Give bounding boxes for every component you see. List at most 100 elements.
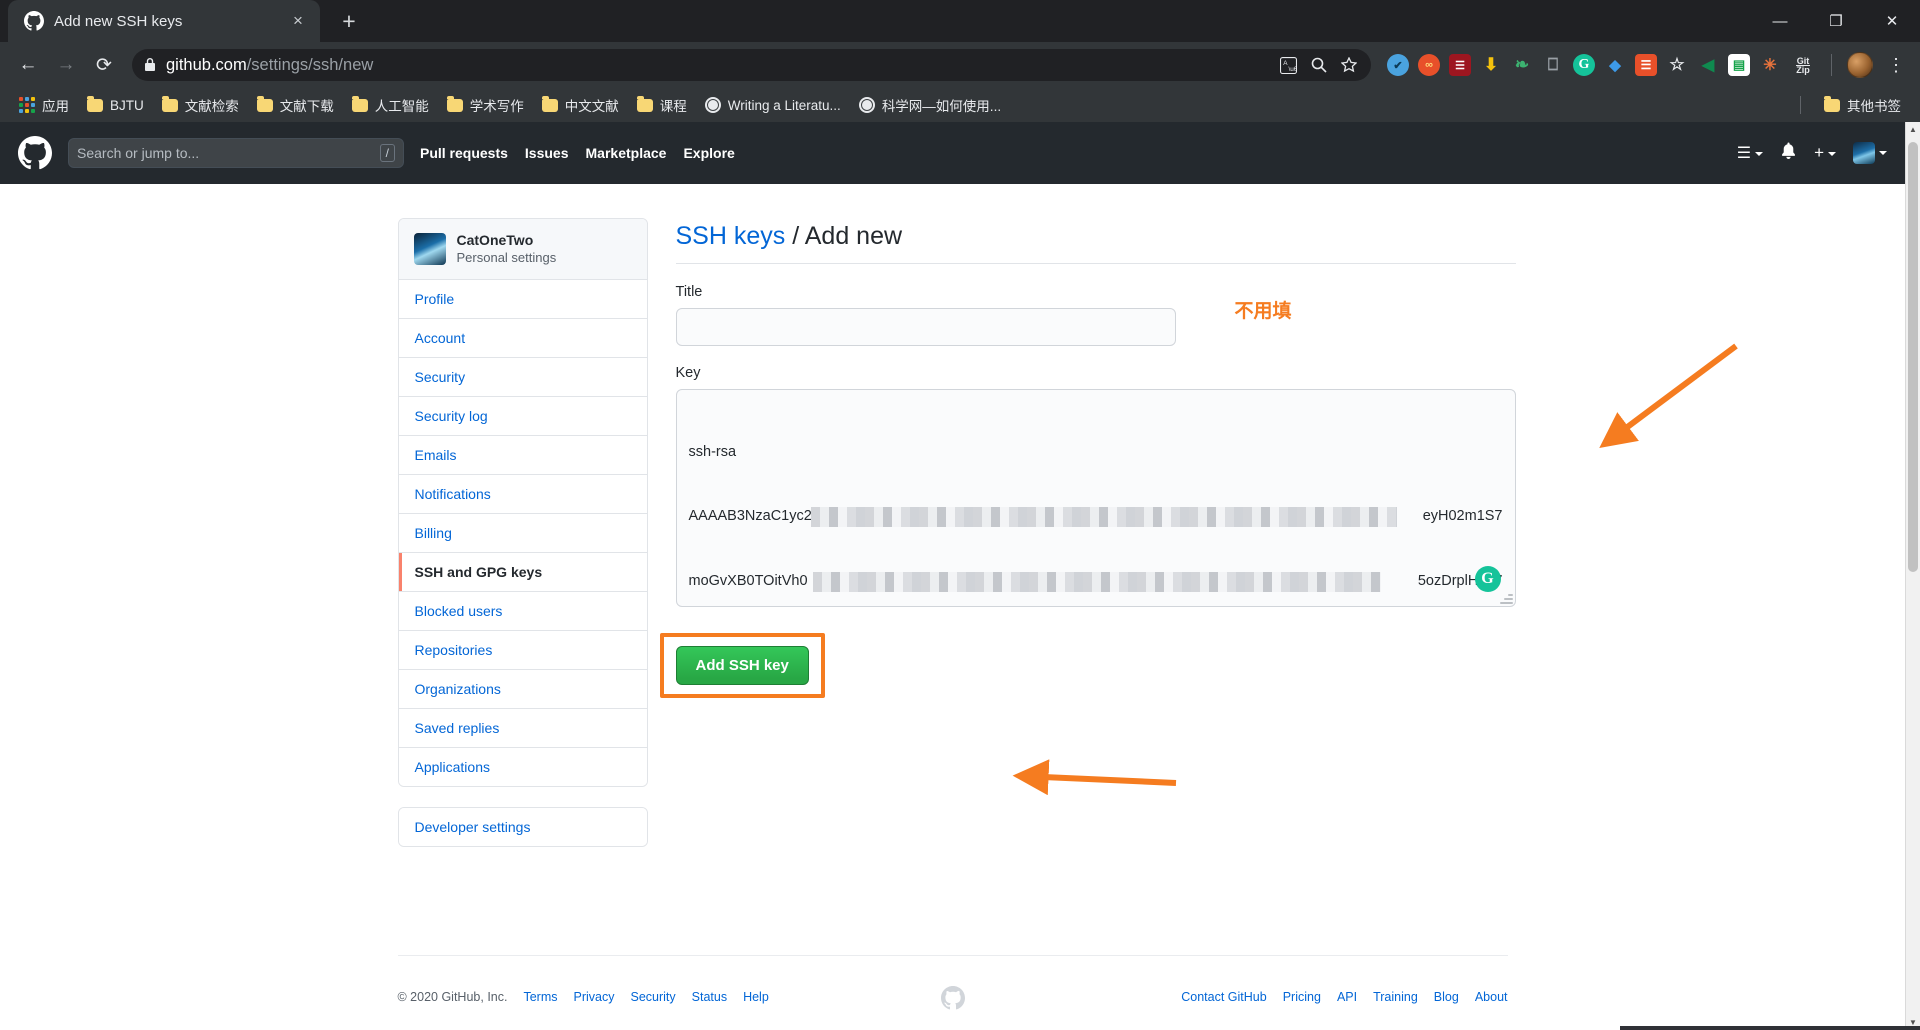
- footer-link-status[interactable]: Status: [692, 990, 727, 1004]
- sidebar-item-developer-settings[interactable]: Developer settings: [398, 808, 647, 847]
- footer-link-contact-github[interactable]: Contact GitHub: [1181, 990, 1266, 1004]
- diamond-extension[interactable]: ◆: [1604, 54, 1626, 76]
- download-extension[interactable]: ⬇: [1480, 54, 1502, 76]
- sidebar-item-repositories[interactable]: Repositories: [398, 631, 647, 671]
- favorites-star-extension[interactable]: ☆: [1666, 54, 1688, 76]
- sidebar-item-security-log[interactable]: Security log: [398, 397, 647, 437]
- footer-inner: © 2020 GitHub, Inc. Terms Privacy Securi…: [397, 955, 1508, 1010]
- bookmark-writing-a-literature[interactable]: Writing a Literatu...: [696, 93, 850, 117]
- add-ssh-key-button[interactable]: Add SSH key: [675, 645, 809, 685]
- avatar[interactable]: [1853, 142, 1887, 164]
- bookmark-ai[interactable]: 人工智能: [343, 91, 438, 119]
- redaction-mosaic: [810, 507, 1397, 527]
- green-note-extension[interactable]: ▤: [1728, 54, 1750, 76]
- footer-link-terms[interactable]: Terms: [523, 990, 557, 1004]
- other-bookmarks-label: 其他书签: [1847, 99, 1901, 114]
- bookmark-courses[interactable]: 课程: [628, 91, 696, 119]
- sidebar-item-account[interactable]: Account: [398, 319, 647, 359]
- lock-icon: [145, 58, 155, 71]
- sidebar-item-applications[interactable]: Applications: [398, 748, 647, 787]
- search-icon[interactable]: [1311, 57, 1327, 73]
- key-textarea[interactable]: ssh-rsa AAAAB3NzaC1yc2 eyH02m1S7 moGvXB0T…: [675, 388, 1516, 607]
- footer-left-links: © 2020 GitHub, Inc. Terms Privacy Securi…: [398, 990, 769, 1004]
- profile-avatar-button[interactable]: [1847, 52, 1873, 78]
- footer-link-blog[interactable]: Blog: [1434, 990, 1459, 1004]
- bookmark-literature-search[interactable]: 文献检索: [153, 91, 248, 119]
- footer-link-api[interactable]: API: [1337, 990, 1357, 1004]
- title-input[interactable]: [675, 307, 1176, 346]
- footer-link-security[interactable]: Security: [630, 990, 675, 1004]
- bookmark-kexuewang[interactable]: 科学网—如何使用...: [850, 91, 1010, 119]
- footer-link-pricing[interactable]: Pricing: [1283, 990, 1321, 1004]
- nav-issues[interactable]: Issues: [525, 145, 569, 161]
- sidebar-item-security[interactable]: Security: [398, 358, 647, 398]
- scrollbar-thumb[interactable]: [1908, 142, 1918, 572]
- browser-menu-button[interactable]: ⋮: [1882, 56, 1910, 75]
- pocket-extension[interactable]: ⎕: [1542, 54, 1564, 76]
- gitzip-extension[interactable]: Git Zip: [1790, 54, 1816, 76]
- footer-link-help[interactable]: Help: [743, 990, 769, 1004]
- nav-marketplace[interactable]: Marketplace: [586, 145, 667, 161]
- bookmark-academic-writing[interactable]: 学术写作: [438, 91, 533, 119]
- sidebar-item-organizations[interactable]: Organizations: [398, 670, 647, 710]
- url-domain: github.com: [166, 55, 247, 74]
- footer-link-training[interactable]: Training: [1373, 990, 1418, 1004]
- github-header: Search or jump to... / Pull requests Iss…: [0, 122, 1905, 184]
- tab-close-icon[interactable]: ×: [286, 9, 310, 33]
- footer-link-privacy[interactable]: Privacy: [574, 990, 615, 1004]
- github-mark-icon[interactable]: [18, 136, 52, 170]
- browser-tab[interactable]: Add new SSH keys ×: [8, 0, 320, 42]
- bookmark-apps[interactable]: 应用: [10, 91, 78, 119]
- bell-icon[interactable]: [1780, 142, 1797, 164]
- breadcrumb-separator: /: [785, 222, 805, 250]
- checkmark-blue-extension[interactable]: ✔: [1387, 54, 1409, 76]
- minimize-button[interactable]: —: [1752, 0, 1808, 42]
- bookmark-chinese-literature[interactable]: 中文文献: [533, 91, 628, 119]
- breadcrumb-ssh-keys[interactable]: SSH keys: [676, 222, 786, 250]
- maximize-button[interactable]: ❐: [1808, 0, 1864, 42]
- sidebar-item-blocked-users[interactable]: Blocked users: [398, 592, 647, 632]
- reload-button[interactable]: ⟳: [86, 47, 122, 83]
- key-line-prefix: moGvXB0TOitVh0: [688, 572, 808, 589]
- bookmark-literature-download[interactable]: 文献下载: [248, 91, 343, 119]
- footer-link-about[interactable]: About: [1475, 990, 1508, 1004]
- evernote-extension[interactable]: ❧: [1511, 54, 1533, 76]
- key-line: ssh-rsa: [689, 442, 1503, 464]
- translate-icon[interactable]: A\u6587: [1280, 56, 1297, 74]
- infinity-extension[interactable]: ∞: [1418, 54, 1440, 76]
- bookmark-star-icon[interactable]: [1341, 57, 1357, 73]
- green-arrow-extension[interactable]: ◀: [1697, 54, 1719, 76]
- asterisk-extension[interactable]: ✳: [1759, 54, 1781, 76]
- sidebar-user-header[interactable]: CatOneTwo Personal settings: [398, 219, 647, 281]
- page-scrollbar[interactable]: ▲ ▼: [1905, 122, 1920, 1030]
- notes-extension[interactable]: ☰: [1635, 54, 1657, 76]
- nav-explore[interactable]: Explore: [683, 145, 734, 161]
- hamburger-icon[interactable]: ☰: [1737, 143, 1764, 163]
- address-bar[interactable]: github.com/settings/ssh/new A\u6587: [132, 49, 1371, 81]
- bookmark-bjtu[interactable]: BJTU: [78, 94, 153, 117]
- nav-pull-requests[interactable]: Pull requests: [420, 145, 508, 161]
- sidebar-item-notifications[interactable]: Notifications: [398, 475, 647, 515]
- sidebar-item-emails[interactable]: Emails: [398, 436, 647, 476]
- grammarly-badge[interactable]: G: [1474, 565, 1501, 592]
- close-window-button[interactable]: ✕: [1864, 0, 1920, 42]
- sidebar-item-saved-replies[interactable]: Saved replies: [398, 709, 647, 749]
- forward-button[interactable]: →: [48, 47, 84, 83]
- scroll-up-arrow[interactable]: ▲: [1906, 122, 1920, 137]
- other-bookmarks-button[interactable]: 其他书签: [1815, 91, 1910, 119]
- grammarly-extension[interactable]: G: [1573, 54, 1595, 76]
- plus-icon[interactable]: +: [1814, 143, 1836, 163]
- new-tab-button[interactable]: +: [332, 4, 366, 38]
- sidebar-card-developer: Developer settings: [397, 807, 648, 848]
- footer-right-links: Contact GitHub Pricing API Training Blog…: [1181, 990, 1507, 1004]
- folder-icon: [541, 95, 558, 112]
- sidebar-item-profile[interactable]: Profile: [398, 280, 647, 320]
- search-input[interactable]: Search or jump to... /: [68, 138, 404, 168]
- github-nav: Pull requests Issues Marketplace Explore: [420, 145, 735, 161]
- sidebar-item-billing[interactable]: Billing: [398, 514, 647, 554]
- resize-handle[interactable]: [1499, 590, 1513, 604]
- bookmarks-bar-right: 其他书签: [1800, 91, 1910, 119]
- sidebar-item-ssh-and-gpg-keys[interactable]: SSH and GPG keys: [398, 553, 647, 593]
- back-button[interactable]: ←: [10, 47, 46, 83]
- mendeley-extension[interactable]: ☰: [1449, 54, 1471, 76]
